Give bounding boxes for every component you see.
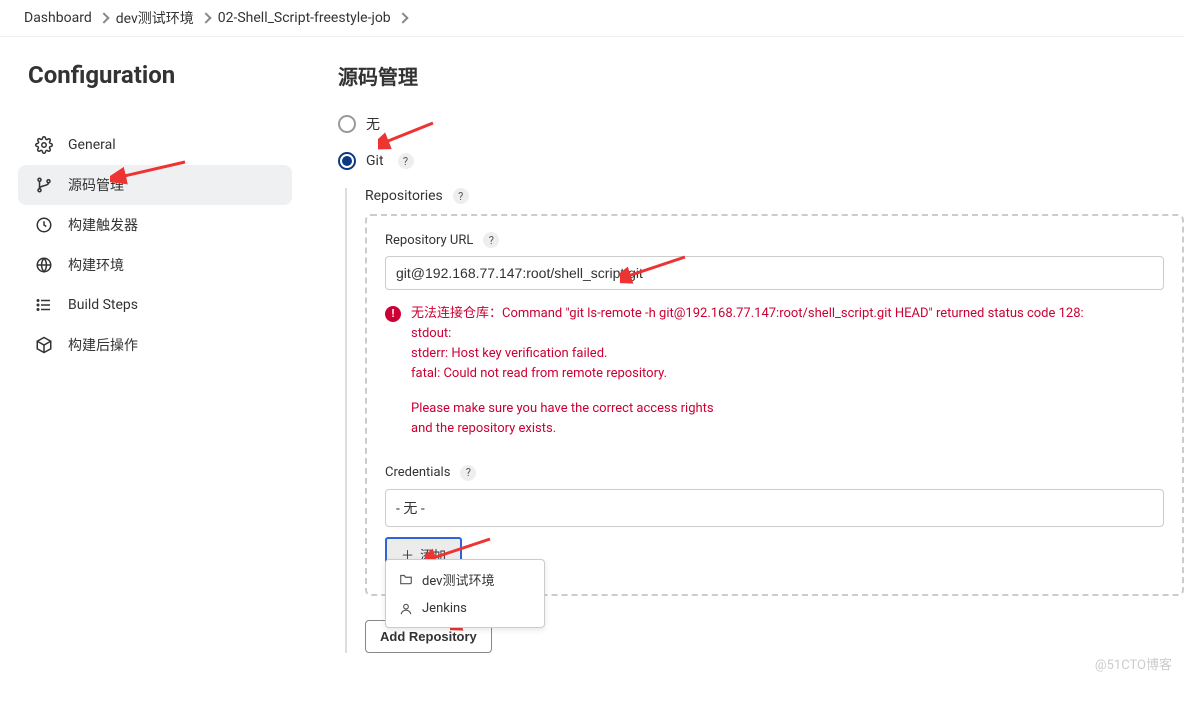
sidebar-item-label: General [68, 137, 116, 153]
sidebar-item-label: 源码管理 [68, 175, 124, 195]
dropdown-item-jenkins[interactable]: Jenkins [386, 595, 544, 623]
sidebar-item-steps[interactable]: Build Steps [18, 285, 292, 325]
breadcrumb-dashboard[interactable]: Dashboard [24, 10, 92, 26]
sidebar-item-scm[interactable]: 源码管理 [18, 165, 292, 205]
scm-git-label: Git [366, 153, 384, 169]
jenkins-icon [398, 601, 414, 617]
sidebar-item-general[interactable]: General [18, 125, 292, 165]
clock-icon [34, 215, 54, 235]
add-credentials-dropdown: dev测试环境 Jenkins [385, 559, 545, 628]
radio-icon [338, 115, 356, 133]
sidebar-item-label: 构建后操作 [68, 335, 138, 355]
credentials-select[interactable]: - 无 - [385, 489, 1164, 527]
repo-url-input[interactable] [385, 256, 1164, 290]
scm-title: 源码管理 [338, 61, 1184, 90]
breadcrumb-job[interactable]: 02-Shell_Script-freestyle-job [218, 10, 391, 26]
chevron-right-icon [202, 10, 210, 26]
chevron-right-icon [399, 10, 407, 26]
sidebar-item-triggers[interactable]: 构建触发器 [18, 205, 292, 245]
sidebar-item-environment[interactable]: 构建环境 [18, 245, 292, 285]
main-content: 源码管理 无 Git ? Repositories ? Repository U… [310, 37, 1184, 677]
gear-icon [34, 135, 54, 155]
branch-icon [34, 175, 54, 195]
dropdown-item-folder[interactable]: dev测试环境 [386, 564, 544, 595]
breadcrumb: Dashboard dev测试环境 02-Shell_Script-freest… [0, 0, 1184, 37]
repository-block: Repository URL ? ! 无法连接仓库：Command "git l… [365, 214, 1184, 596]
repo-url-label: Repository URL ? [385, 232, 1164, 248]
sidebar-item-postbuild[interactable]: 构建后操作 [18, 325, 292, 365]
repo-error-message: ! 无法连接仓库：Command "git ls-remote -h git@1… [385, 304, 1164, 439]
breadcrumb-folder[interactable]: dev测试环境 [116, 8, 194, 28]
chevron-right-icon [100, 10, 108, 26]
list-icon [34, 295, 54, 315]
scm-option-git[interactable]: Git ? [338, 152, 1184, 170]
watermark: @51CTO博客 [1095, 654, 1172, 673]
scm-option-none[interactable]: 无 [338, 114, 1184, 134]
globe-icon [34, 255, 54, 275]
help-icon[interactable]: ? [398, 153, 414, 169]
help-icon[interactable]: ? [460, 465, 476, 481]
sidebar-item-label: 构建触发器 [68, 215, 138, 235]
sidebar-item-label: 构建环境 [68, 255, 124, 275]
help-icon[interactable]: ? [483, 232, 499, 248]
sidebar-item-label: Build Steps [68, 297, 138, 313]
page-title: Configuration [18, 61, 292, 89]
sidebar: Configuration General 源码管理 构建触发器 构建环境 [0, 37, 310, 677]
error-icon: ! [385, 306, 401, 322]
folder-icon [398, 571, 414, 587]
radio-checked-icon [338, 152, 356, 170]
repositories-label: Repositories ? [365, 188, 1184, 204]
credentials-label: Credentials ? [385, 465, 1164, 481]
scm-none-label: 无 [366, 114, 380, 134]
package-icon [34, 335, 54, 355]
help-icon[interactable]: ? [453, 188, 469, 204]
